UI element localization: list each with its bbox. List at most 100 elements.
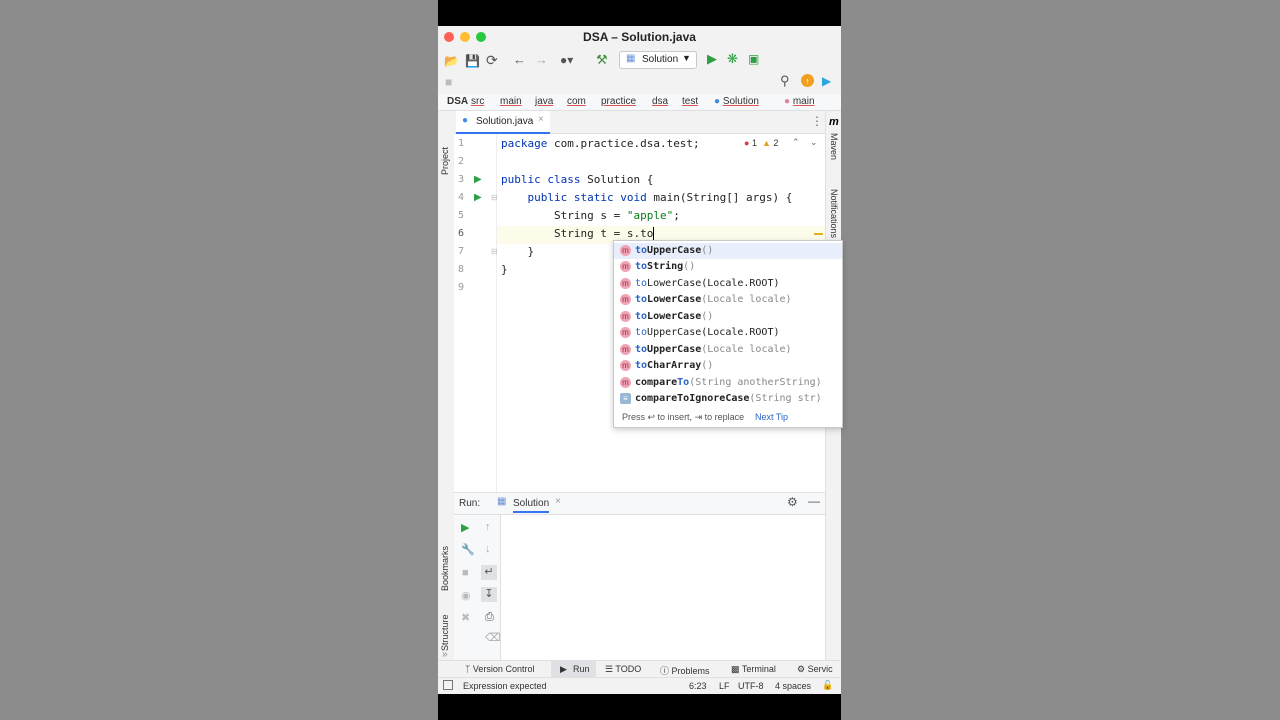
class-icon: ●: [714, 96, 721, 107]
maven-tool-button[interactable]: Maven: [829, 133, 839, 160]
tab-services[interactable]: ⚙ Servic: [797, 664, 833, 675]
class-icon: ●: [462, 115, 469, 126]
breadcrumb-project[interactable]: DSA: [447, 96, 468, 107]
tab-label: Run: [573, 664, 590, 674]
line-separator[interactable]: LF: [719, 681, 730, 691]
wrench-icon[interactable]: 🔧: [461, 543, 475, 556]
completion-item[interactable]: m toLowerCase(Locale.ROOT): [614, 276, 842, 292]
tab-run[interactable]: ▶ Run: [551, 661, 596, 678]
arrow-down-icon[interactable]: ↓: [485, 543, 491, 555]
coverage-icon[interactable]: ▣: [748, 52, 759, 66]
run-toolbar: ▶ ↑ 🔧 ↓ ■ ↵ ◉ ↧ ✖ ⎙ ⌫ »: [442, 515, 501, 661]
user-icon[interactable]: ●▾: [560, 53, 573, 67]
more-options-icon[interactable]: ⋮: [811, 114, 823, 128]
breadcrumb-solution[interactable]: Solution: [723, 96, 759, 107]
completion-item[interactable]: m toUpperCase(): [614, 243, 842, 259]
problems-icon: ⓘ: [660, 666, 670, 676]
next-tip-link[interactable]: Next Tip: [755, 412, 788, 422]
scroll-to-end-icon[interactable]: ↧: [481, 587, 497, 602]
run-gutter-icon[interactable]: ▶: [474, 174, 482, 185]
caret-position[interactable]: 6:23: [689, 681, 707, 691]
completion-item[interactable]: m toString(): [614, 259, 842, 275]
back-arrow-icon[interactable]: ←: [513, 53, 526, 67]
soft-wrap-icon[interactable]: ↵: [481, 565, 497, 580]
build-hammer-icon[interactable]: ⚒: [596, 53, 608, 67]
bookmarks-tool-button[interactable]: Bookmarks: [440, 546, 450, 591]
close-icon[interactable]: ×: [538, 114, 544, 125]
arrow-up-icon[interactable]: ↑: [485, 521, 491, 533]
maven-icon[interactable]: m: [829, 116, 839, 128]
completion-item[interactable]: m toUpperCase(Locale locale): [614, 342, 842, 358]
run-gutter-icon[interactable]: ▶: [474, 192, 482, 203]
exit-icon[interactable]: ✖: [461, 611, 470, 624]
run-panel-label: Run:: [459, 498, 481, 509]
toggle-tool-windows-icon[interactable]: [443, 680, 453, 690]
warning-count: 2: [773, 138, 779, 148]
run-configuration-select[interactable]: ▦ Solution ▼: [619, 51, 697, 69]
class-icon: ▦: [626, 53, 636, 64]
debug-icon[interactable]: ❋: [727, 52, 738, 66]
chevron-down-icon[interactable]: ⌄: [810, 137, 818, 148]
minimize-icon[interactable]: —: [808, 494, 820, 508]
breadcrumb-main[interactable]: main: [500, 96, 522, 107]
code-line: String t = s.to: [501, 227, 655, 240]
breadcrumb-src[interactable]: src: [471, 96, 484, 107]
lock-icon[interactable]: 🔓: [822, 680, 833, 691]
run-icon[interactable]: ▶: [707, 52, 717, 66]
save-icon[interactable]: 💾: [465, 54, 480, 68]
completion-item[interactable]: ≡ compareToIgnoreCase(String str): [614, 391, 842, 407]
indent-setting[interactable]: 4 spaces: [775, 681, 811, 691]
completion-item[interactable]: m toLowerCase(): [614, 309, 842, 325]
update-icon[interactable]: ↑: [801, 74, 814, 87]
run-config-label: Solution: [642, 54, 679, 65]
completion-item[interactable]: m compareTo(String anotherString): [614, 375, 842, 391]
completion-item[interactable]: m toCharArray(): [614, 358, 842, 374]
window-title: DSA – Solution.java: [583, 30, 696, 44]
search-icon[interactable]: ⚲: [780, 74, 790, 88]
gear-icon[interactable]: ⚙: [787, 495, 798, 509]
breadcrumb-method-main[interactable]: main: [793, 96, 815, 107]
line-number: 3: [458, 174, 465, 185]
file-encoding[interactable]: UTF-8: [738, 681, 764, 691]
stop-icon[interactable]: ■: [462, 567, 469, 579]
tab-version-control[interactable]: ᛉ Version Control: [465, 664, 534, 674]
run-tool-window: Run: ▦ Solution × ⚙ — ▶ ↑ 🔧 ↓ ■ ↵ ◉ ↧ ✖ …: [442, 492, 825, 661]
stop-icon[interactable]: ■: [445, 75, 452, 89]
camera-icon[interactable]: ◉: [461, 589, 471, 602]
error-stripe-mark[interactable]: [814, 233, 823, 235]
tab-todo[interactable]: ☰ TODO: [605, 664, 641, 675]
breadcrumb-dsa[interactable]: dsa: [652, 96, 668, 107]
tab-label: Version Control: [472, 664, 535, 674]
inspection-widget[interactable]: ● 1 ▲ 2: [744, 138, 778, 148]
breadcrumb-practice[interactable]: practice: [601, 96, 636, 107]
method-icon: m: [620, 327, 631, 338]
breadcrumb-java[interactable]: java: [535, 96, 553, 107]
project-tool-button[interactable]: Project: [440, 147, 450, 175]
print-icon[interactable]: ⎙: [485, 611, 494, 624]
completion-item[interactable]: m toUpperCase(Locale.ROOT): [614, 325, 842, 341]
completion-item[interactable]: m toLowerCase(Locale locale): [614, 292, 842, 308]
method-icon: m: [620, 344, 631, 355]
code-line: String s = "apple";: [501, 209, 680, 222]
tab-terminal[interactable]: ▩ Terminal: [731, 664, 776, 675]
rerun-icon[interactable]: ▶: [461, 521, 469, 534]
tab-solution-java[interactable]: ● Solution.java ×: [456, 111, 550, 134]
close-icon[interactable]: ×: [555, 496, 561, 507]
sync-icon[interactable]: ⟳: [486, 53, 498, 67]
fold-icon[interactable]: ⊟: [491, 193, 498, 202]
breadcrumb-com[interactable]: com: [567, 96, 586, 107]
notifications-tool-button[interactable]: Notifications: [829, 189, 839, 238]
more-icon[interactable]: »: [442, 649, 448, 660]
structure-tool-button[interactable]: Structure: [440, 614, 450, 651]
trash-icon[interactable]: ⌫: [485, 631, 501, 644]
editor-gutter: 1 2 3 4 5 6 7 8 9 ▶ ▶ ⊟ ⊟: [454, 134, 498, 492]
chevron-up-icon[interactable]: ⌃: [792, 137, 800, 148]
open-folder-icon[interactable]: 📂: [444, 54, 459, 68]
line-number: 4: [458, 192, 465, 203]
fold-icon[interactable]: ⊟: [491, 247, 498, 256]
tab-problems[interactable]: ⓘ Problems: [660, 664, 710, 677]
breadcrumb-test[interactable]: test: [682, 96, 698, 107]
forward-arrow-icon[interactable]: →: [535, 53, 548, 67]
jetbrains-toolbox-icon[interactable]: ▶: [822, 74, 831, 88]
run-tab-solution[interactable]: Solution: [513, 498, 550, 513]
